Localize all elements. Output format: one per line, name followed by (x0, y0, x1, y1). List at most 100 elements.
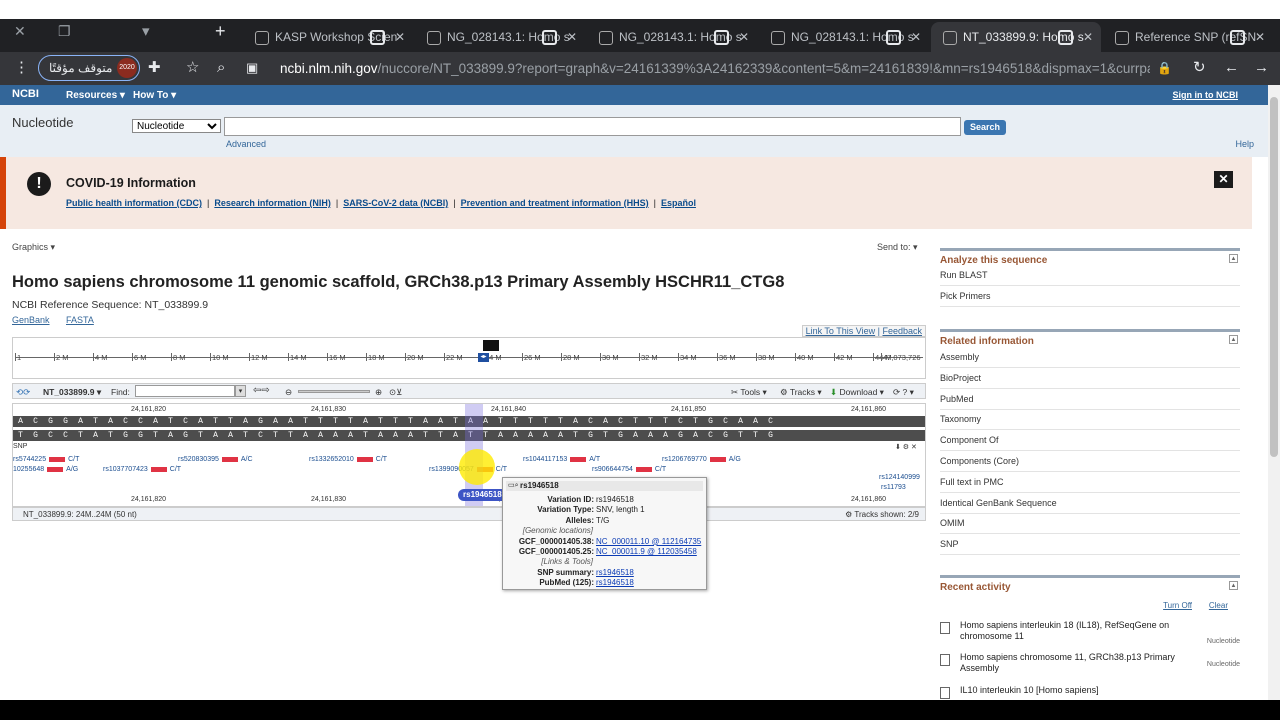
related-item[interactable]: Assembly (940, 352, 1240, 368)
track-controls-icon[interactable]: ⬇ ⚙ ✕ (895, 443, 917, 451)
covid-link[interactable]: SARS-CoV-2 data (NCBI) (343, 198, 448, 208)
browser-tab[interactable]: NG_028143.1: Homo s ✕ (587, 22, 757, 52)
new-tab-icon[interactable]: + (215, 21, 226, 42)
recent-item[interactable]: Homo sapiens chromosome 11, GRCh38.p13 P… (960, 652, 1210, 674)
snp-feature[interactable]: rs124140999 (879, 474, 920, 481)
browser-tab[interactable]: KASP Workshop Scien ✕ (243, 22, 413, 52)
tab-search-icon[interactable]: ▾ (142, 22, 150, 40)
link-to-view[interactable]: Link To This View (806, 326, 876, 336)
tab-close-icon[interactable]: ✕ (1255, 22, 1265, 52)
tab-close-icon[interactable]: ✕ (1083, 22, 1093, 52)
howto-menu[interactable]: How To ▾ (133, 90, 176, 101)
analyze-item[interactable]: Pick Primers (940, 291, 1240, 307)
advanced-link[interactable]: Advanced (226, 139, 266, 149)
covid-link[interactable]: Español (661, 198, 696, 208)
covid-link[interactable]: Public health information (CDC) (66, 198, 202, 208)
related-item[interactable]: Component Of (940, 435, 1240, 452)
browser-tab[interactable]: NT_033899.9: Homo s ✕ (931, 22, 1101, 52)
related-item[interactable]: Taxonomy (940, 414, 1240, 431)
related-item[interactable]: SNP (940, 539, 1240, 556)
snp-feature[interactable]: 10255648 A/G (13, 466, 78, 473)
menu-dots-icon[interactable]: ⋮ (14, 59, 29, 77)
address-bar[interactable]: ncbi.nlm.nih.gov/nuccore/NT_033899.9?rep… (280, 52, 1150, 85)
covid-link[interactable]: Prevention and treatment information (HH… (461, 198, 649, 208)
snp-feature[interactable]: rs1206769770 A/G (662, 456, 741, 463)
snp-feature[interactable]: rs520830395 A/C (178, 456, 253, 463)
profile-button[interactable]: متوقف مؤقتًا 2020 (38, 55, 140, 81)
scrollbar-thumb[interactable] (1270, 97, 1278, 457)
tab-close-icon[interactable]: ✕ (911, 22, 921, 52)
format-menu[interactable]: Graphics ▾ (12, 242, 55, 253)
snp-feature[interactable]: rs5744225 C/T (13, 456, 79, 463)
refresh-icon[interactable]: ⟲⟳ (16, 387, 30, 398)
related-item[interactable]: Components (Core) (940, 456, 1240, 472)
sign-in-link[interactable]: Sign in to NCBI (1173, 90, 1239, 100)
tools-menu[interactable]: ✂ Tools ▾ (731, 387, 767, 398)
zoom-in-icon[interactable]: ⊕ (375, 387, 382, 398)
zoom-options-icon[interactable]: ⊙⊻ (389, 387, 402, 398)
snp-feature[interactable]: rs1044117153 A/T (523, 456, 600, 463)
tooltip-pin-icon[interactable]: ▭⌕ (508, 481, 519, 490)
snp-feature[interactable]: rs1037707423 C/T (103, 466, 181, 473)
seqid-select[interactable]: NT_033899.9 ▾ (43, 387, 101, 398)
tab-close-icon[interactable]: ✕ (739, 22, 749, 52)
find-dropdown[interactable]: ▾ (235, 385, 246, 397)
search-button[interactable]: Search (964, 120, 1006, 135)
browser-tab[interactable]: NG_028143.1: Homo s ✕ (759, 22, 929, 52)
tooltip-value[interactable]: NC_000011.9 @ 112035458 (596, 547, 697, 557)
clear-link[interactable]: Clear (1209, 601, 1228, 610)
db-select[interactable]: Nucleotide (132, 119, 221, 133)
forward-icon[interactable]: → (1254, 59, 1269, 77)
recent-item[interactable]: Homo sapiens interleukin 18 (IL18), RefS… (960, 620, 1210, 642)
tracks-menu[interactable]: ⚙ Tracks ▾ (780, 387, 822, 398)
snp-feature[interactable]: rs11793 (881, 484, 906, 491)
back-icon[interactable]: ← (1224, 59, 1239, 77)
turn-off-link[interactable]: Turn Off (1163, 601, 1192, 610)
search-input[interactable] (224, 117, 961, 136)
ruler-marker[interactable] (483, 340, 499, 351)
zoom-slider[interactable] (298, 390, 370, 393)
related-item[interactable]: BioProject (940, 373, 1240, 389)
collapse-icon[interactable]: ▲ (1229, 335, 1238, 344)
collapse-icon[interactable]: ▲ (1229, 254, 1238, 263)
extensions-icon[interactable]: ✚ (148, 59, 161, 77)
selected-snp-label[interactable]: rs1946518 (458, 489, 507, 501)
overview-ruler[interactable]: 12 M4 M6 M8 M 10 M 12 M 14 M 16 M 18 M 20 M 22 … (12, 337, 926, 379)
related-item[interactable]: OMIM (940, 518, 1240, 535)
feedback-link[interactable]: Feedback (882, 326, 922, 336)
browser-tab[interactable]: NG_028143.1: Homo s ✕ (415, 22, 585, 52)
related-item[interactable]: PubMed (940, 394, 1240, 410)
snp-feature[interactable]: rs1332652010 C/T (309, 456, 387, 463)
resources-menu[interactable]: Resources ▾ (66, 90, 125, 101)
page-scrollbar[interactable] (1268, 85, 1280, 700)
help-link[interactable]: Help (1235, 139, 1254, 149)
analyze-item[interactable]: Run BLAST (940, 270, 1240, 286)
related-item[interactable]: Full text in PMC (940, 477, 1240, 493)
restore-window-icon[interactable]: ❐ (58, 23, 71, 40)
download-menu[interactable]: ⬇ Download ▾ (830, 387, 884, 398)
viewer-settings-icon[interactable]: ⟳ ? ▾ (893, 387, 914, 398)
send-to-menu[interactable]: Send to: ▾ (877, 242, 918, 253)
fasta-link[interactable]: FASTA (66, 315, 94, 325)
reload-icon[interactable]: ↻ (1193, 59, 1206, 77)
recent-item[interactable]: IL10 interleukin 10 [Homo sapiens] (960, 685, 1210, 696)
collapse-icon[interactable]: ▲ (1229, 581, 1238, 590)
pan-arrows-icon[interactable]: ⇦⇨ (253, 385, 270, 396)
bookmark-star-icon[interactable]: ☆ (186, 59, 199, 77)
browser-tab[interactable]: Reference SNP (refSN ✕ (1103, 22, 1273, 52)
tooltip-value[interactable]: rs1946518 (596, 568, 634, 578)
close-window-icon[interactable]: ✕ (14, 23, 26, 40)
zoom-out-icon[interactable]: ⊖ (285, 387, 292, 398)
snp-feature[interactable]: rs906644754 C/T (592, 466, 666, 473)
tab-close-icon[interactable]: ✕ (567, 22, 577, 52)
ncbi-logo[interactable]: NCBI (12, 88, 39, 100)
site-info-icon[interactable]: ▣ (246, 59, 258, 77)
covid-link[interactable]: Research information (NIH) (214, 198, 331, 208)
tooltip-value[interactable]: rs1946518 (596, 578, 634, 588)
find-input[interactable] (135, 385, 235, 397)
close-banner-icon[interactable]: ✕ (1214, 171, 1233, 188)
tooltip-value[interactable]: NC_000011.10 @ 112164735 (596, 537, 701, 547)
related-item[interactable]: Identical GenBank Sequence (940, 498, 1240, 514)
position-marker[interactable]: ◂▸ (478, 353, 489, 362)
search-icon[interactable]: ⌕ (217, 59, 225, 77)
